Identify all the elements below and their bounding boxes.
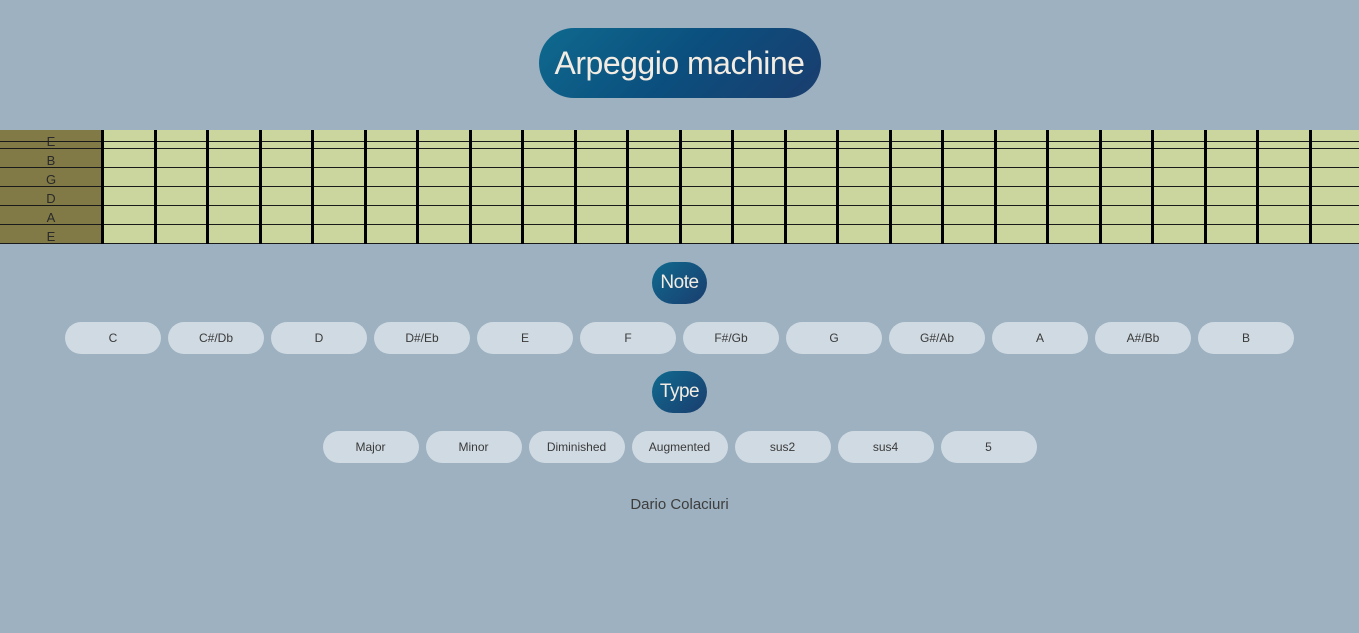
chord-type-button[interactable]: Diminished [528,431,625,463]
string-name-label: B [46,153,56,168]
string-name-label: G [45,172,57,187]
note-button[interactable]: D [271,322,367,354]
type-section-label: Type [651,371,708,413]
note-section-header: Note [0,262,1359,304]
fret-wire [154,130,157,244]
note-button[interactable]: A [992,322,1088,354]
note-button[interactable]: G [786,322,882,354]
fret-wire [994,130,997,244]
fret-wire [1256,130,1259,244]
chord-type-button[interactable]: Augmented [631,431,728,463]
note-button-row: C C#/Db D D#/Eb E F F#/Gb G G#/Ab A A#/Bb B [0,322,1359,354]
fret-wire [1151,130,1154,244]
fret-wire [1309,130,1312,244]
fret-wire [101,130,104,244]
chord-type-button[interactable]: 5 [940,431,1037,463]
title-container: Arpeggio machine [0,28,1359,98]
fret-wire [941,130,944,244]
note-section-label: Note [652,262,707,304]
fret-wire [574,130,577,244]
fret-wire [521,130,524,244]
chord-type-button[interactable]: sus2 [734,431,831,463]
fret-wire [679,130,682,244]
note-button[interactable]: F#/Gb [683,322,779,354]
fret-wire [1099,130,1102,244]
fret-wire [469,130,472,244]
note-button[interactable]: B [1198,322,1294,354]
note-button[interactable]: D#/Eb [374,322,470,354]
fret-wire [836,130,839,244]
fret-wire [259,130,262,244]
type-section-header: Type [0,371,1359,413]
fret-wire [626,130,629,244]
string-name-label: E [46,229,56,244]
fret-wire [784,130,787,244]
note-button[interactable]: G#/Ab [889,322,985,354]
fret-wire [311,130,314,244]
chord-type-button[interactable]: Major [322,431,419,463]
fretboard[interactable]: EBGDAE [0,130,1359,244]
fret-wire [206,130,209,244]
footer-author: Dario Colaciuri [630,496,729,513]
string-name-label: A [46,210,56,225]
note-button[interactable]: A#/Bb [1095,322,1191,354]
app-title: Arpeggio machine [538,28,821,98]
note-button[interactable]: C#/Db [168,322,264,354]
fret-wire [889,130,892,244]
note-button[interactable]: C [65,322,161,354]
fret-wire [1046,130,1049,244]
chord-type-button[interactable]: Minor [425,431,522,463]
fret-wire [416,130,419,244]
fret-wire [364,130,367,244]
note-button[interactable]: E [477,322,573,354]
chord-type-button[interactable]: sus4 [837,431,934,463]
type-button-row: Major Minor Diminished Augmented sus2 sus4 5 [0,431,1359,463]
string-name-label: D [46,191,56,206]
fret-wire [1204,130,1207,244]
fret-wire [731,130,734,244]
note-button[interactable]: F [580,322,676,354]
